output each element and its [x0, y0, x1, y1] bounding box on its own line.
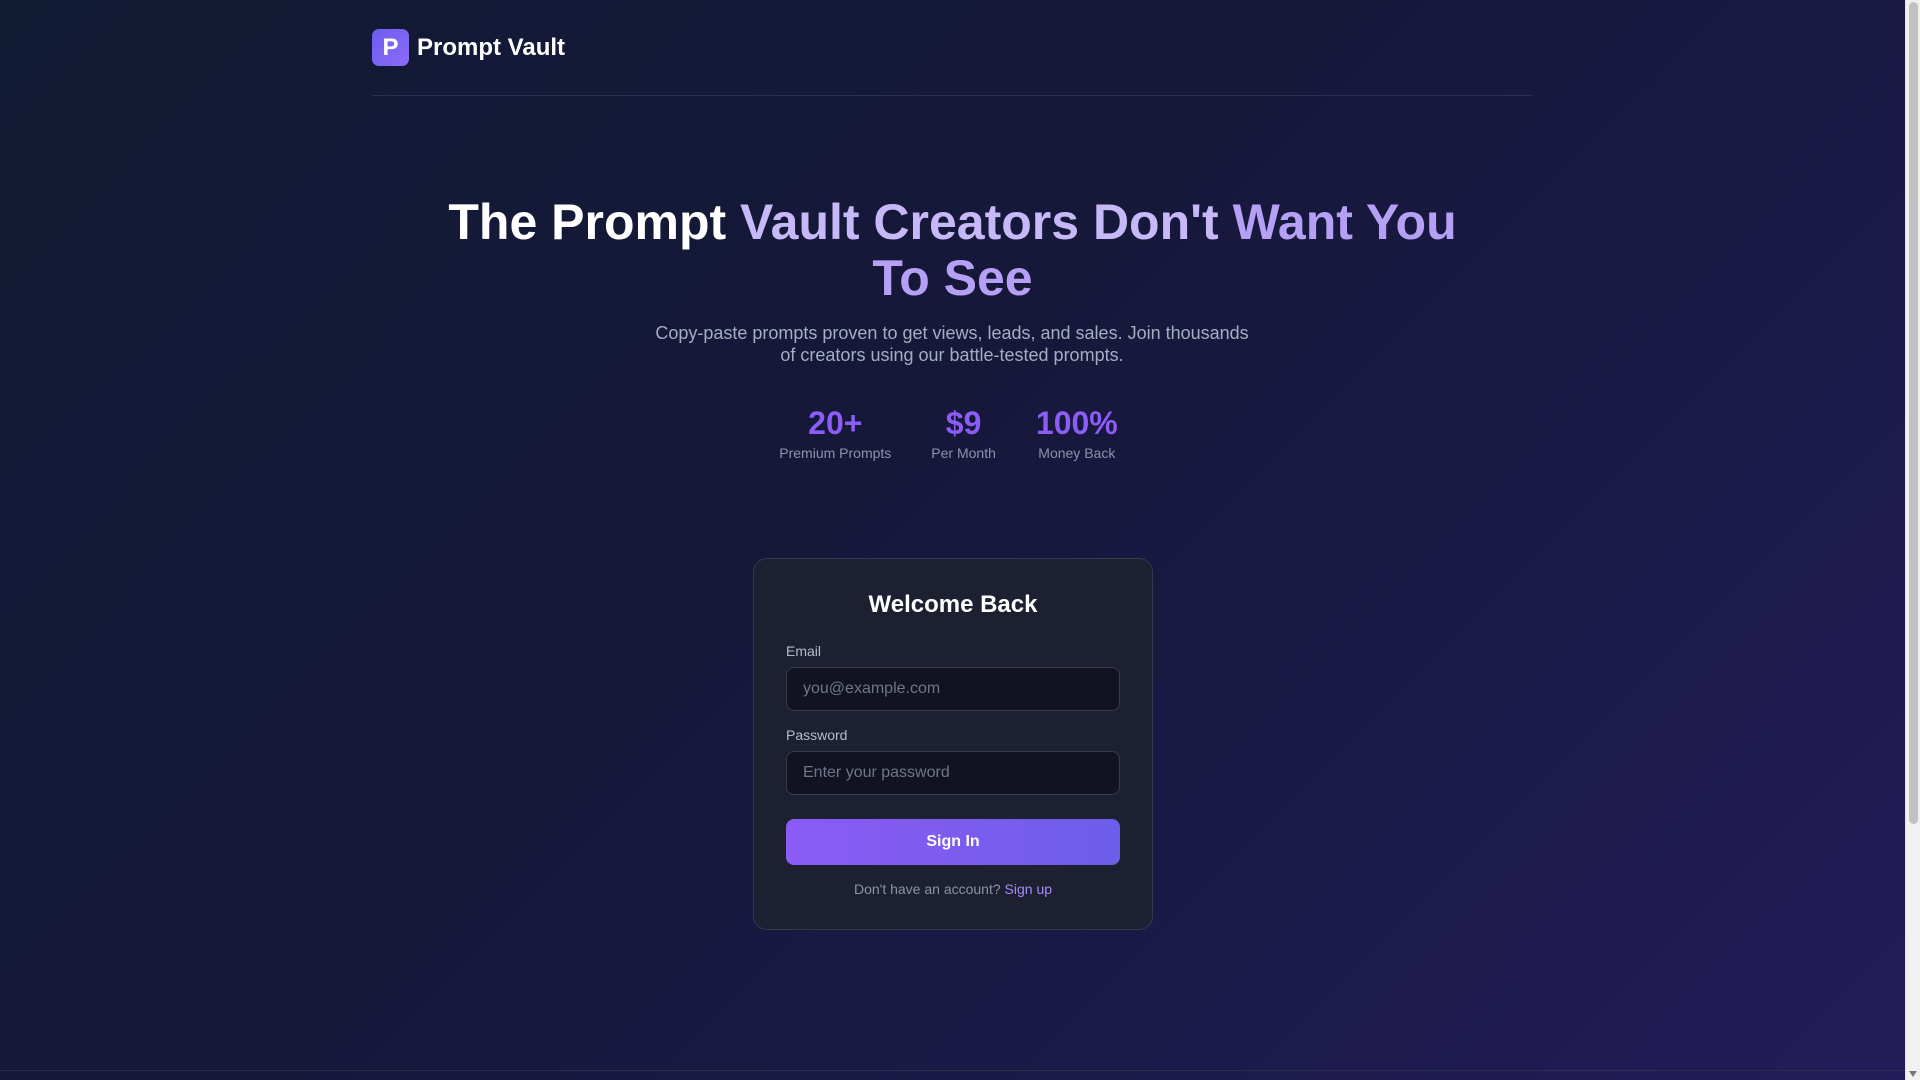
sign-in-button[interactable]: Sign In	[786, 819, 1120, 865]
password-field[interactable]	[786, 751, 1120, 795]
hero-title-part2: Vault Creators Don't	[740, 194, 1233, 250]
stat-label: Per Month	[931, 445, 996, 461]
stat-label: Premium Prompts	[779, 445, 892, 461]
login-card: Welcome Back Email Password Sign In Don'…	[753, 558, 1153, 930]
vertical-scrollbar[interactable]	[1905, 0, 1920, 1080]
stat-value: 20+	[808, 405, 863, 441]
login-title: Welcome Back	[868, 591, 1038, 618]
password-label: Password	[786, 727, 848, 743]
signup-prompt: Don't have an account? Sign up	[786, 881, 1120, 897]
hero-subtitle: Copy-paste prompts proven to get views, …	[655, 323, 1249, 365]
stat-value: 100%	[1035, 405, 1118, 441]
footer-divider	[0, 1070, 1905, 1071]
hero-title-part1: The Prompt	[448, 194, 741, 250]
stat-value: $9	[945, 405, 982, 441]
logo-badge[interactable]: P	[372, 29, 409, 66]
brand-name[interactable]: Prompt Vault	[417, 34, 565, 62]
email-label: Email	[786, 643, 822, 659]
email-field[interactable]	[786, 667, 1120, 711]
stat-label: Money Back	[1038, 445, 1116, 461]
stat-price: $9 Per Month	[931, 403, 996, 461]
stats-row: 20+ Premium Prompts $9 Per Month 100% Mo…	[0, 403, 1905, 461]
signup-link[interactable]: Sign up	[1005, 881, 1052, 897]
signup-prompt-text: Don't have an account?	[853, 881, 1001, 897]
hero-title: The Prompt Vault Creators Don't Want You…	[420, 194, 1485, 306]
stat-prompts: 20+ Premium Prompts	[779, 403, 891, 461]
page: P Prompt Vault The Prompt Vault Creators…	[0, 0, 1905, 1080]
stat-guarantee: 100% Money Back	[1036, 403, 1118, 461]
scroll-down-arrow-icon[interactable]	[1909, 1071, 1917, 1077]
scrollbar-thumb[interactable]	[1909, 2, 1918, 824]
site-header: P Prompt Vault	[372, 0, 1533, 96]
